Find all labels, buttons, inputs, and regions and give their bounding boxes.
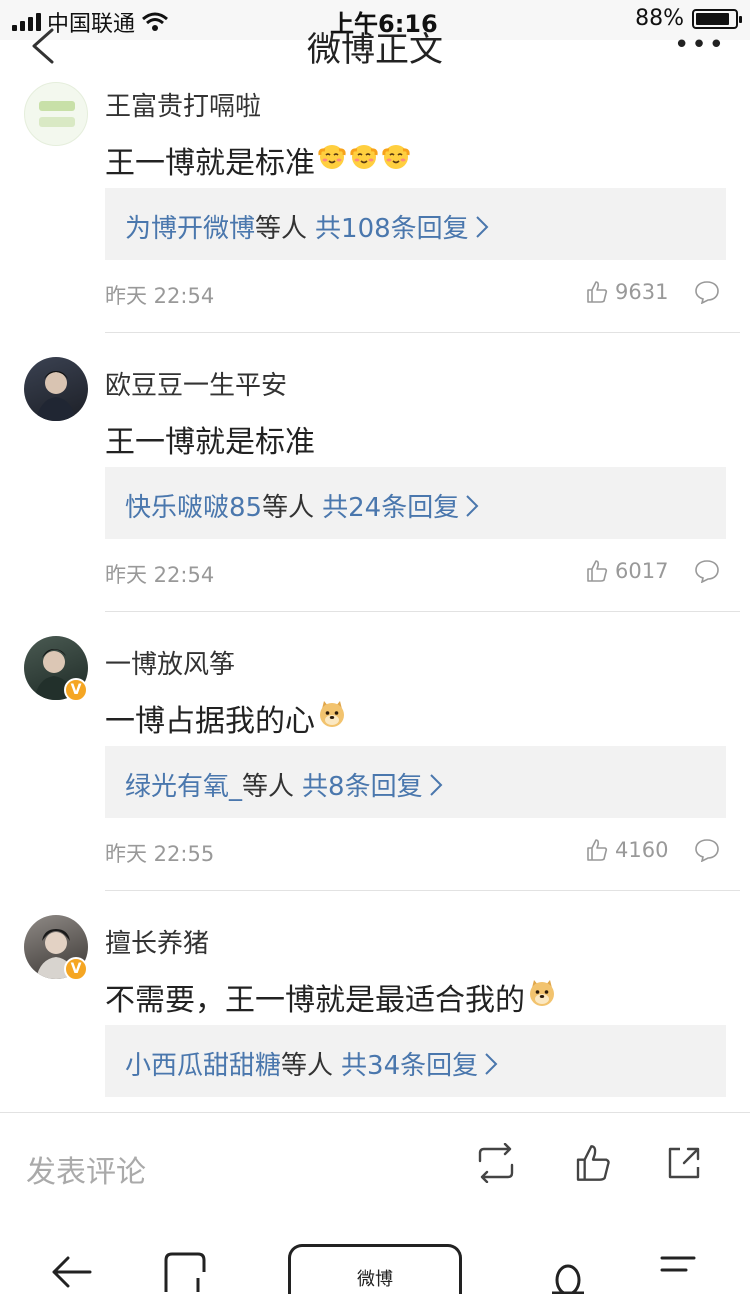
smile-blush-icon	[317, 141, 347, 171]
reply-user-link[interactable]: 快乐啵啵85	[125, 487, 262, 524]
comment-time: 昨天 22:54	[105, 284, 215, 308]
chevron-right-icon	[475, 215, 489, 238]
smile-blush-icon	[381, 141, 411, 171]
smile-blush-icon	[349, 141, 379, 171]
comment-time: 昨天 22:55	[105, 842, 215, 866]
comment-username[interactable]: 王富贵打嗝啦	[105, 86, 261, 123]
search-icon[interactable]	[550, 1252, 586, 1294]
reply-summary[interactable]: 绿光有氧_ 等人 共8条回复	[105, 746, 726, 818]
home-tab-label: 微博	[357, 1269, 393, 1290]
comment-username[interactable]: 擅长养猪	[105, 923, 209, 960]
comment-text: 一博占据我的心	[105, 696, 347, 740]
reply-user-link[interactable]: 小西瓜甜甜糖	[125, 1045, 281, 1082]
back-arrow-icon[interactable]	[50, 1252, 92, 1288]
avatar[interactable]	[24, 357, 88, 421]
reply-count-link[interactable]: 共108条回复	[315, 208, 469, 245]
avatar[interactable]	[24, 82, 88, 146]
reply-summary[interactable]: 快乐啵啵85 等人 共24条回复	[105, 467, 726, 539]
reply-count-link[interactable]: 共34条回复	[341, 1045, 478, 1082]
chevron-right-icon	[485, 1052, 498, 1075]
repost-icon[interactable]	[474, 1143, 518, 1183]
like-button[interactable]: 6017	[585, 559, 668, 583]
thumbs-up-icon	[587, 560, 608, 582]
comment-username[interactable]: 一博放风筝	[105, 644, 235, 681]
page-title: 微博正文	[307, 30, 443, 70]
divider	[105, 332, 740, 333]
menu-icon[interactable]	[658, 1252, 698, 1292]
reply-user-link[interactable]: 绿光有氧_	[125, 766, 242, 803]
divider	[105, 890, 740, 891]
more-options-button[interactable]: •••	[674, 30, 726, 60]
share-icon[interactable]	[664, 1143, 704, 1183]
thumbs-up-icon[interactable]	[573, 1143, 613, 1183]
avatar-person-icon	[36, 371, 76, 421]
thumbs-up-icon	[587, 839, 608, 861]
comment-action-bar: 发表评论	[0, 1112, 750, 1216]
doge-icon	[527, 978, 557, 1008]
comment-text: 不需要，王一博就是最适合我的	[105, 975, 557, 1019]
reply-summary[interactable]: 为博开微博 等人 共108条回复	[105, 188, 726, 260]
chevron-right-icon	[466, 494, 479, 517]
comment-bubble-icon[interactable]	[694, 838, 720, 862]
tabs-icon[interactable]	[164, 1252, 206, 1294]
like-count: 9631	[615, 280, 669, 304]
reply-count-link[interactable]: 共8条回复	[302, 766, 423, 803]
doge-icon	[317, 699, 347, 729]
like-count: 4160	[615, 838, 669, 862]
nav-bar: 微博正文 •••	[10, 0, 740, 86]
divider	[105, 611, 740, 612]
comment-time: 昨天 22:54	[105, 563, 215, 587]
browser-toolbar: 微博	[0, 1216, 750, 1294]
verified-badge-icon: V	[64, 957, 88, 981]
like-button[interactable]: 4160	[585, 838, 668, 862]
reply-user-link[interactable]: 为博开微博	[125, 208, 255, 245]
reply-summary[interactable]: 小西瓜甜甜糖 等人 共34条回复	[105, 1025, 726, 1097]
comment-input[interactable]: 发表评论	[26, 1147, 146, 1191]
reply-count-link[interactable]: 共24条回复	[322, 487, 459, 524]
comment-username[interactable]: 欧豆豆一生平安	[105, 365, 287, 402]
like-button[interactable]: 9631	[585, 280, 668, 304]
comment-bubble-icon[interactable]	[694, 559, 720, 583]
verified-badge-icon: V	[64, 678, 88, 702]
thumbs-up-icon	[587, 281, 608, 303]
comment-text: 王一博就是标准	[105, 425, 315, 460]
comment-text: 王一博就是标准	[105, 138, 411, 182]
chevron-right-icon	[429, 773, 442, 796]
home-tab-button[interactable]: 微博	[288, 1244, 462, 1294]
avatar-text-logo-icon	[39, 101, 75, 127]
comment-bubble-icon[interactable]	[694, 280, 720, 304]
like-count: 6017	[615, 559, 669, 583]
